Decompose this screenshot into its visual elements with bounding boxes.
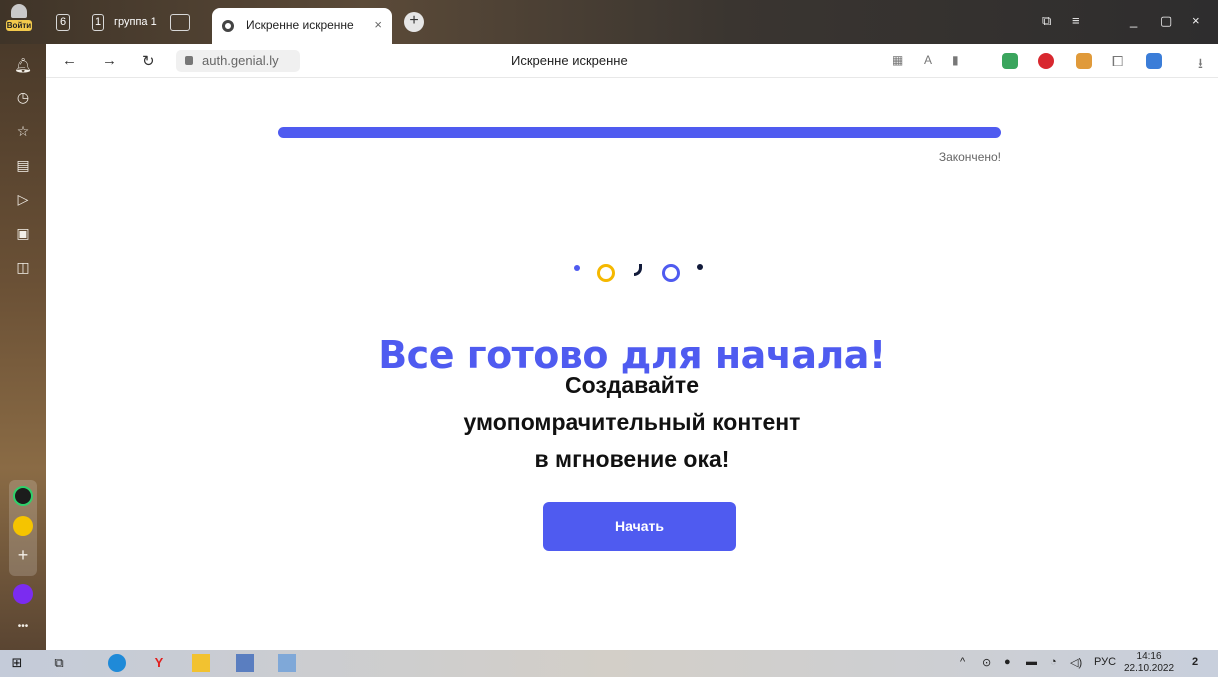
- windows-taskbar: ⊞ ⧉ Y ^ ⊙ ● ▬ ◔ ◁) РУС 14:16 22.10.2022 …: [0, 650, 1218, 677]
- loader-arc-icon: [634, 264, 642, 276]
- calendar-icon[interactable]: ▣: [12, 222, 34, 244]
- add-app-icon[interactable]: +: [12, 544, 34, 566]
- subheadline-line-1: Создавайте: [564, 372, 699, 398]
- back-arrow-icon[interactable]: ←: [62, 52, 77, 69]
- notifications-bell-icon[interactable]: 🔔︎: [12, 54, 34, 76]
- collections-icon[interactable]: ⧉: [1042, 13, 1051, 29]
- url-text: auth.genial.ly: [202, 53, 279, 68]
- tray-icon-1[interactable]: ⊙: [982, 656, 991, 669]
- history-clock-icon[interactable]: ◷: [12, 86, 34, 108]
- system-clock[interactable]: 14:16 22.10.2022: [1124, 651, 1174, 675]
- bookmarks-star-icon[interactable]: ☆: [12, 120, 34, 142]
- screenshot-icon[interactable]: ◫: [12, 256, 34, 278]
- collections-icon[interactable]: ▤: [12, 154, 34, 176]
- file-explorer-icon[interactable]: [192, 654, 210, 672]
- app-icon[interactable]: [236, 654, 254, 672]
- clock-time: 14:16: [1136, 651, 1162, 662]
- progress-bar: [278, 127, 1001, 138]
- downloads-icon[interactable]: ⭳: [1198, 53, 1203, 77]
- battery-icon[interactable]: ▬: [1026, 656, 1037, 668]
- tab-close-icon[interactable]: ×: [374, 17, 382, 32]
- tab-favicon-icon: [222, 20, 234, 32]
- browser-sidebar: 🔔︎ ◷ ☆ ▤ ▷ ▣ ◫ + •••: [0, 44, 46, 650]
- mail-app-icon[interactable]: [13, 516, 33, 536]
- loader-ring-yellow-icon: [597, 264, 615, 282]
- minimize-icon[interactable]: _: [1130, 13, 1137, 28]
- login-label: Войти: [6, 20, 32, 31]
- page-title: Искренне искренне: [511, 53, 628, 68]
- microphone-icon[interactable]: ●: [1004, 656, 1011, 668]
- address-bar[interactable]: auth.genial.ly: [176, 50, 300, 72]
- tray-up-arrow-icon[interactable]: ^: [960, 656, 965, 668]
- profile-avatar-icon: [11, 4, 27, 18]
- notifications-badge[interactable]: 2: [1192, 656, 1198, 668]
- tab-title: Искренне искренне: [246, 18, 354, 32]
- start-button[interactable]: Начать: [543, 502, 736, 551]
- adblock-icon[interactable]: [1038, 53, 1054, 69]
- edge-browser-icon[interactable]: [108, 654, 126, 672]
- task-view-icon[interactable]: ⧉: [50, 654, 68, 672]
- alice-assistant-icon[interactable]: [13, 584, 33, 604]
- language-indicator[interactable]: РУС: [1094, 656, 1116, 668]
- subheadline-line-2: умопомрачительный контент: [463, 409, 801, 435]
- loader-ring-blue-icon: [662, 264, 680, 282]
- progress-status: Закончено!: [938, 150, 1001, 164]
- tab-group-label[interactable]: группа 1: [114, 14, 157, 31]
- browser-tab-strip: Войти 6 1 группа 1 Искренне искренне × +…: [0, 0, 1218, 44]
- wifi-icon[interactable]: ◔: [1050, 656, 1057, 668]
- subheadline-line-3: в мгновение ока!: [534, 446, 730, 472]
- profile-login-button[interactable]: Войти: [6, 4, 32, 40]
- extension-icon[interactable]: [1076, 53, 1092, 69]
- volume-icon[interactable]: ◁): [1070, 656, 1082, 669]
- extension-shield-icon[interactable]: [1002, 53, 1018, 69]
- headline: Все готово для начала!: [378, 333, 886, 377]
- reader-mode-icon[interactable]: ▦: [892, 53, 903, 67]
- tabs-count: 6: [60, 16, 67, 28]
- new-tab-button[interactable]: +: [404, 12, 424, 32]
- translate-icon[interactable]: A: [924, 53, 932, 67]
- forward-arrow-icon[interactable]: →: [102, 52, 117, 69]
- more-icon[interactable]: •••: [12, 616, 34, 638]
- address-toolbar: ← → ↻ auth.genial.ly Искренне искренне ▦…: [46, 44, 1218, 78]
- close-window-icon[interactable]: ×: [1192, 13, 1200, 28]
- yandex-browser-icon[interactable]: Y: [150, 654, 168, 672]
- tabs-count-button[interactable]: 6: [56, 14, 71, 31]
- bookmark-icon[interactable]: ▮: [952, 53, 959, 67]
- reload-icon[interactable]: ↻: [142, 52, 155, 70]
- restore-icon[interactable]: ▢: [1160, 13, 1172, 29]
- extensions-puzzle-icon[interactable]: ⧠: [1112, 53, 1123, 70]
- video-play-icon[interactable]: ▷: [12, 188, 34, 210]
- page-content: Закончено! Все готово для начала! Создав…: [46, 78, 1218, 650]
- app-icon-1[interactable]: [13, 486, 33, 506]
- lock-icon: [185, 56, 193, 65]
- menu-icon[interactable]: ≡: [1072, 13, 1080, 28]
- loader-dot-dark-icon: [697, 264, 703, 270]
- clock-date: 22.10.2022: [1124, 663, 1175, 674]
- app-photo-icon[interactable]: [278, 654, 296, 672]
- start-windows-icon[interactable]: ⊞: [8, 654, 26, 672]
- extension-blue-icon[interactable]: [1146, 53, 1162, 69]
- active-tab[interactable]: Искренне искренне ×: [212, 8, 392, 44]
- group-number[interactable]: 1: [92, 14, 105, 31]
- new-group-icon[interactable]: [170, 14, 190, 31]
- loader-dot-icon: [574, 265, 580, 271]
